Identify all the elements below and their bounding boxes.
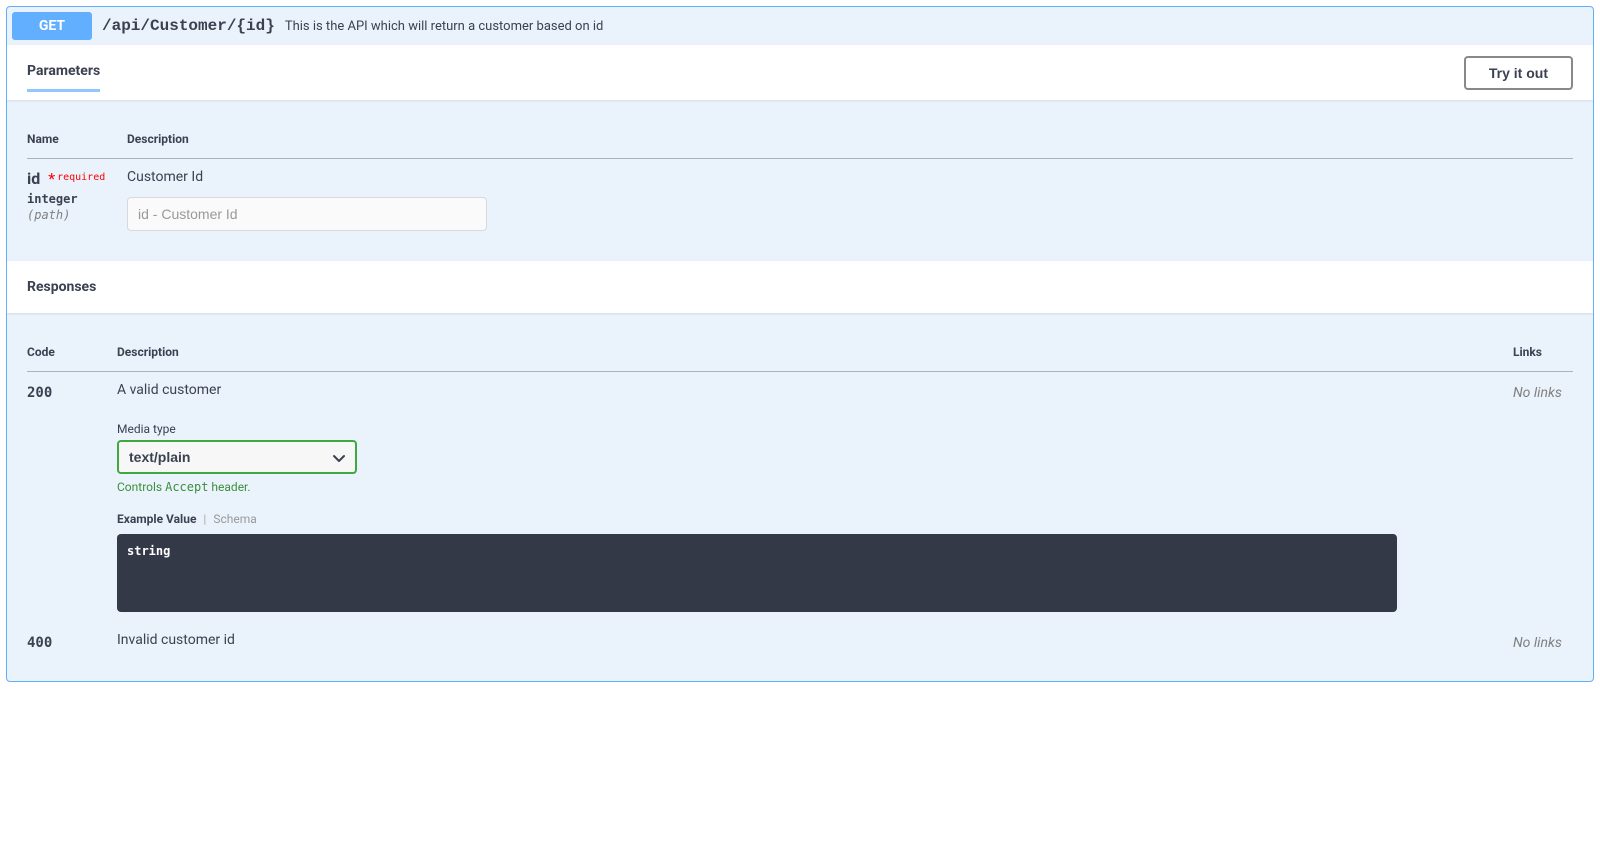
param-id-input[interactable] bbox=[127, 197, 487, 231]
parameters-title: Parameters bbox=[27, 53, 100, 92]
param-description: Customer Id bbox=[127, 169, 1573, 185]
tab-example-value[interactable]: Example Value bbox=[117, 512, 196, 526]
example-tabs: Example Value | Schema bbox=[117, 512, 1513, 526]
response-header-description: Description bbox=[117, 333, 1513, 372]
responses-title: Responses bbox=[27, 269, 96, 305]
response-code: 200 bbox=[27, 385, 52, 401]
required-star-icon: * bbox=[44, 169, 55, 188]
example-value-box: string bbox=[117, 534, 1397, 612]
param-header-name: Name bbox=[27, 120, 127, 159]
param-type: integer bbox=[27, 188, 127, 206]
response-links: No links bbox=[1513, 385, 1562, 401]
response-header-code: Code bbox=[27, 333, 117, 372]
tab-separator: | bbox=[199, 512, 210, 526]
responses-body: Code Description Links 200 A valid custo… bbox=[7, 313, 1593, 681]
tab-schema[interactable]: Schema bbox=[213, 512, 256, 526]
response-links: No links bbox=[1513, 635, 1562, 651]
response-row: 400 Invalid customer id No links bbox=[27, 622, 1573, 661]
param-name: id bbox=[27, 169, 40, 188]
parameter-row: id *required integer (path) Customer Id bbox=[27, 159, 1573, 242]
endpoint-summary: This is the API which will return a cust… bbox=[285, 19, 604, 34]
responses-header: Responses bbox=[7, 261, 1593, 313]
response-header-links: Links bbox=[1513, 333, 1573, 372]
endpoint-path: /api/Customer/{id} bbox=[102, 17, 275, 35]
responses-table: Code Description Links 200 A valid custo… bbox=[27, 333, 1573, 661]
response-row: 200 A valid customer Media type text/pla… bbox=[27, 372, 1573, 623]
try-it-out-button[interactable]: Try it out bbox=[1464, 56, 1573, 90]
response-description: Invalid customer id bbox=[117, 632, 1513, 648]
http-method-badge: GET bbox=[12, 12, 92, 40]
parameters-header: Parameters Try it out bbox=[7, 45, 1593, 100]
response-description: A valid customer bbox=[117, 382, 1513, 398]
media-type-select[interactable]: text/plain bbox=[117, 440, 357, 474]
param-header-description: Description bbox=[127, 120, 1573, 159]
parameters-body: Name Description id *required integer (p… bbox=[7, 100, 1593, 261]
param-in: (path) bbox=[27, 206, 127, 222]
operation-block: GET /api/Customer/{id} This is the API w… bbox=[6, 6, 1594, 682]
media-type-label: Media type bbox=[117, 422, 1513, 436]
parameters-table: Name Description id *required integer (p… bbox=[27, 120, 1573, 241]
required-label: required bbox=[55, 172, 105, 183]
response-code: 400 bbox=[27, 635, 52, 651]
operation-summary[interactable]: GET /api/Customer/{id} This is the API w… bbox=[7, 7, 1593, 45]
accept-header-note: Controls Accept header. bbox=[117, 480, 1513, 494]
